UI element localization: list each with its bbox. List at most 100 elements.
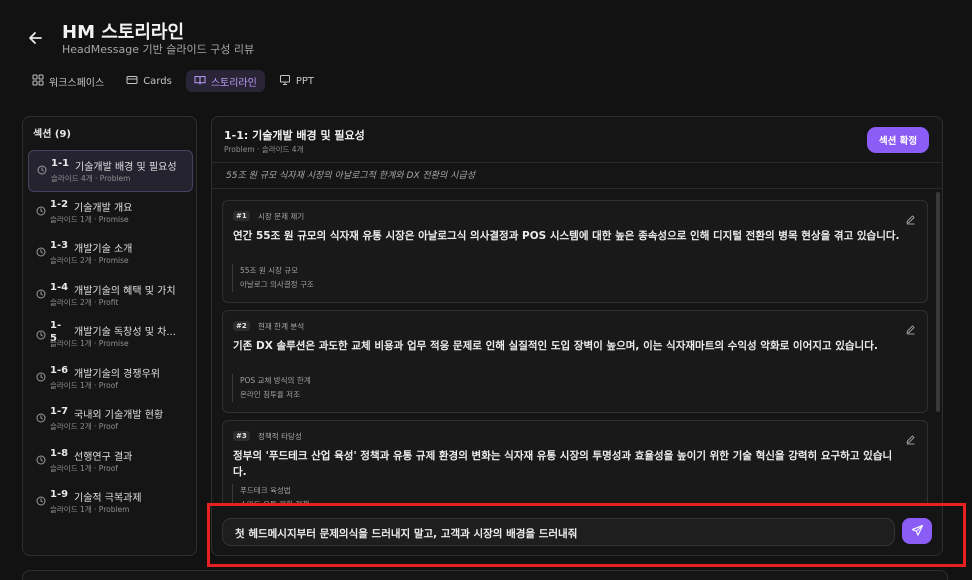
sidebar-title: 섹션 (9) xyxy=(33,125,71,140)
evidence-item: 온라인 침투율 저조 xyxy=(240,390,300,399)
send-icon xyxy=(911,522,924,541)
section-title: 개발기술 독창성 및 차... xyxy=(74,327,176,338)
headmessage-card[interactable]: #2 현재 한계 분석 기존 DX 솔루션은 과도한 교체 비용과 업무 적응 … xyxy=(222,310,928,413)
section-meta: 슬라이드 1개 · Promise xyxy=(50,214,129,224)
section-heading: 1-1: 기술개발 배경 및 필요성 xyxy=(224,129,365,142)
section-title: 기술개발 개요 xyxy=(74,202,133,214)
clock-icon xyxy=(36,201,46,215)
tab-workspace[interactable]: 워크스페이스 xyxy=(24,70,112,92)
section-title: 개발기술 소개 xyxy=(74,244,133,255)
evidence-item: 55조 원 시장 규모 xyxy=(240,266,299,275)
section-title: 기술개발 배경 및 필요성 xyxy=(75,162,177,173)
clock-icon xyxy=(36,242,46,257)
tab-label: 워크스페이스 xyxy=(49,77,105,89)
section-meta: 슬라이드 1개 · Proof xyxy=(50,380,118,390)
feedback-input[interactable]: 첫 헤드메시지부터 문제의식을 드러내지 말고, 고객과 시장의 배경을 드러내… xyxy=(222,518,895,546)
section-title: 국내외 기술개발 현황 xyxy=(74,410,164,421)
card-index-badge: #2 xyxy=(233,321,250,331)
app-window: HM 스토리라인 HeadMessage 기반 슬라이드 구성 리뷰 워크스페이… xyxy=(0,0,972,580)
clock-icon xyxy=(36,367,46,381)
section-detail-panel: 1-1: 기술개발 배경 및 필요성 Problem · 슬라이드 4개 섹션 … xyxy=(211,116,943,556)
section-number: 1-8 xyxy=(50,447,69,459)
section-item-1-4[interactable]: 1-4 개발기술의 혜택 및 가치 슬라이드 2개 · Profit xyxy=(28,275,193,317)
section-number: 1-9 xyxy=(50,489,69,500)
section-title: 선행연구 결과 xyxy=(74,451,133,463)
edit-pencil-icon[interactable] xyxy=(905,320,916,335)
section-meta: 슬라이드 1개 · Promise xyxy=(50,339,129,348)
card-evidence-list: POS 교체 방식의 한계 온라인 침투율 저조 xyxy=(232,374,311,402)
feedback-composer: 첫 헤드메시지부터 문제의식을 드러내지 말고, 고객과 시장의 배경을 드러내… xyxy=(212,505,942,555)
tab-cards[interactable]: Cards xyxy=(118,70,180,92)
tab-label: Cards xyxy=(143,75,172,87)
section-number: 1-7 xyxy=(50,406,69,417)
headmessage-card-list: #1 시장 문제 제기 연간 55조 원 규모의 식자재 유통 시장은 아날로그… xyxy=(222,200,928,530)
clock-icon xyxy=(36,450,46,464)
tab-bar: 워크스페이스 Cards 스토리라인 PPT xyxy=(24,70,322,92)
section-meta: 슬라이드 4개 · Problem xyxy=(51,174,131,183)
book-icon xyxy=(194,74,206,89)
section-sidebar: 섹션 (9) 1-1 기술개발 배경 및 필요성 슬라이드 4개 · Probl… xyxy=(22,116,197,556)
section-heading-meta: Problem · 슬라이드 4개 xyxy=(224,145,304,154)
section-number: 1-2 xyxy=(50,198,69,210)
section-item-1-8[interactable]: 1-8 선행연구 결과 슬라이드 1개 · Proof xyxy=(28,441,193,483)
section-number: 1-6 xyxy=(50,364,69,376)
clock-icon xyxy=(36,491,46,506)
clock-icon xyxy=(36,408,46,423)
headmessage-text: 연간 55조 원 규모의 식자재 유통 시장은 아날로그식 의사결정과 POS … xyxy=(233,230,900,242)
card-category-label: 시장 문제 제기 xyxy=(258,212,305,221)
headmessage-text: 정부의 '푸드테크 산업 육성' 정책과 유통 규제 환경의 변화는 식자재 유… xyxy=(233,450,893,478)
evidence-item: POS 교체 방식의 한계 xyxy=(240,376,311,385)
section-list: 1-1 기술개발 배경 및 필요성 슬라이드 4개 · Problem 1-2 … xyxy=(28,150,193,524)
section-number: 1-4 xyxy=(50,281,69,293)
section-item-1-6[interactable]: 1-6 개발기술의 경쟁우위 슬라이드 1개 · Proof xyxy=(28,358,193,400)
evidence-item: 아날로그 의사결정 구조 xyxy=(240,280,314,289)
tab-label: 스토리라인 xyxy=(210,77,257,89)
tab-storyline[interactable]: 스토리라인 xyxy=(185,70,265,92)
section-item-1-9[interactable]: 1-9 기술적 극복과제 슬라이드 1개 · Problem xyxy=(28,482,193,524)
edit-pencil-icon[interactable] xyxy=(905,430,916,445)
card-category-label: 정책적 타당성 xyxy=(258,432,302,441)
section-title: 개발기술의 혜택 및 가치 xyxy=(74,285,176,297)
section-title: 기술적 극복과제 xyxy=(74,493,142,504)
section-title: 개발기술의 경쟁우위 xyxy=(74,368,160,380)
bottom-panel xyxy=(22,570,948,580)
section-meta: 슬라이드 2개 · Proof xyxy=(50,422,118,431)
card-icon xyxy=(126,74,138,89)
clock-icon xyxy=(36,284,46,298)
headmessage-text: 기존 DX 솔루션은 과도한 교체 비용과 업무 적응 문제로 인해 실질적인 … xyxy=(233,340,878,352)
clock-icon xyxy=(36,325,46,340)
card-index-badge: #1 xyxy=(233,211,250,221)
page-header: HM 스토리라인 HeadMessage 기반 슬라이드 구성 리뷰 xyxy=(0,0,972,64)
section-item-1-2[interactable]: 1-2 기술개발 개요 슬라이드 1개 · Promise xyxy=(28,192,193,234)
send-button[interactable] xyxy=(902,518,932,544)
grid-icon xyxy=(32,74,44,89)
section-meta: 슬라이드 2개 · Profit xyxy=(50,297,119,307)
tab-ppt[interactable]: PPT xyxy=(271,70,322,92)
section-item-1-5[interactable]: 1-5 개발기술 독창성 및 차... 슬라이드 1개 · Promise xyxy=(28,316,193,358)
presentation-icon xyxy=(279,74,291,89)
evidence-item: 푸드테크 육성법 xyxy=(240,486,291,495)
card-evidence-list: 55조 원 시장 규모 아날로그 의사결정 구조 xyxy=(232,264,314,292)
section-item-1-7[interactable]: 1-7 국내외 기술개발 현황 슬라이드 2개 · Proof xyxy=(28,399,193,441)
section-number: 1-3 xyxy=(50,240,69,251)
section-meta: 슬라이드 1개 · Proof xyxy=(50,463,118,473)
card-index-badge: #3 xyxy=(233,431,250,441)
section-item-1-1[interactable]: 1-1 기술개발 배경 및 필요성 슬라이드 4개 · Problem xyxy=(28,150,193,192)
clock-icon xyxy=(37,160,47,175)
sidebar-title-label: 섹션 xyxy=(33,129,52,140)
edit-pencil-icon[interactable] xyxy=(905,210,916,225)
section-count: (9) xyxy=(54,129,71,140)
section-number: 1-1 xyxy=(51,158,70,169)
section-item-1-3[interactable]: 1-3 개발기술 소개 슬라이드 2개 · Promise xyxy=(28,233,193,275)
divider xyxy=(212,162,942,163)
headmessage-card[interactable]: #1 시장 문제 제기 연간 55조 원 규모의 식자재 유통 시장은 아날로그… xyxy=(222,200,928,303)
scrollbar[interactable] xyxy=(936,192,940,412)
confirm-section-button[interactable]: 섹션 확정 xyxy=(867,127,929,153)
card-category-label: 현재 한계 분석 xyxy=(258,322,305,331)
tab-label: PPT xyxy=(295,75,314,87)
divider xyxy=(212,188,942,189)
section-meta: 슬라이드 2개 · Promise xyxy=(50,256,129,265)
section-meta: 슬라이드 1개 · Problem xyxy=(50,505,130,514)
page-subtitle: HeadMessage 기반 슬라이드 구성 리뷰 xyxy=(62,43,255,56)
back-arrow-icon[interactable] xyxy=(26,28,46,48)
